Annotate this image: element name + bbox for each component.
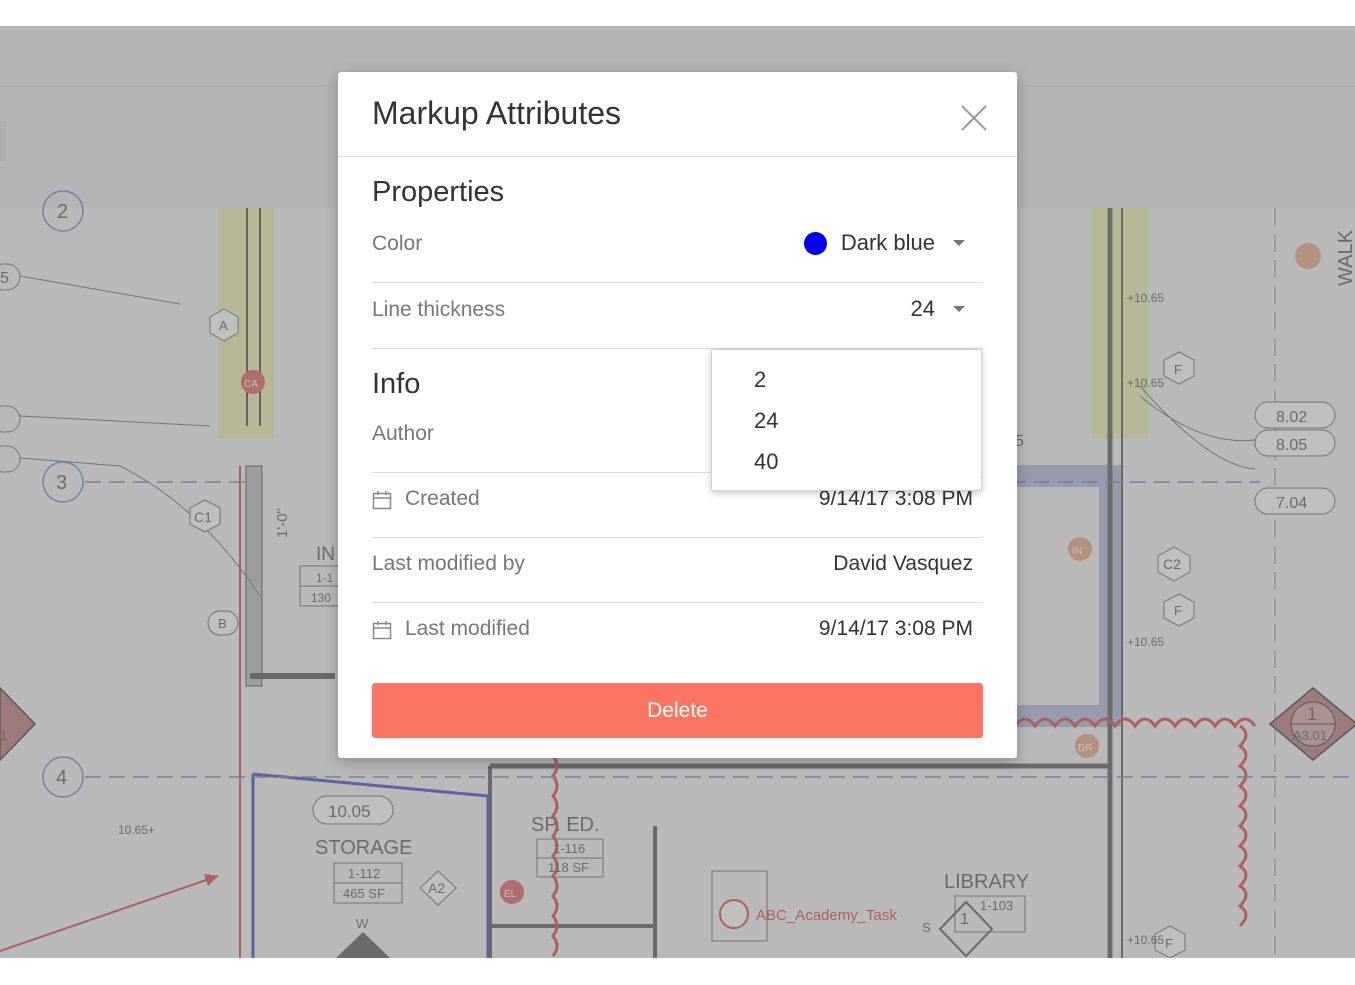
author-label: Author <box>372 422 434 445</box>
last-modified-row: Last modified 9/14/17 3:08 PM <box>372 603 983 668</box>
color-select[interactable]: Dark blue <box>803 226 965 260</box>
delete-button[interactable]: Delete <box>372 683 983 738</box>
calendar-icon <box>372 621 392 640</box>
last-modified-by-value: David Vasquez <box>833 552 973 575</box>
dropdown-option-24[interactable]: 24 <box>754 408 954 434</box>
dropdown-option-2[interactable]: 2 <box>754 367 954 393</box>
chevron-down-icon <box>953 240 965 246</box>
last-modified-by-row: Last modified by David Vasquez <box>372 538 983 603</box>
line-thickness-select[interactable]: 24 <box>911 292 965 326</box>
color-label: Color <box>372 232 423 255</box>
calendar-icon <box>372 491 392 510</box>
chevron-down-icon <box>953 306 965 312</box>
last-modified-value: 9/14/17 3:08 PM <box>818 617 973 640</box>
info-heading: Info <box>372 368 421 400</box>
color-value: Dark blue <box>840 230 935 255</box>
dropdown-option-40[interactable]: 40 <box>754 449 954 475</box>
created-label: Created <box>405 487 480 510</box>
close-icon[interactable] <box>954 98 994 138</box>
dialog-header: Markup Attributes <box>338 72 1017 157</box>
line-thickness-label: Line thickness <box>372 298 506 321</box>
color-swatch <box>803 231 827 255</box>
line-thickness-value: 24 <box>910 296 935 321</box>
line-thickness-row: Line thickness 24 <box>372 284 983 349</box>
line-thickness-dropdown: 2 24 40 <box>711 349 982 491</box>
properties-heading: Properties <box>372 176 505 208</box>
dialog-title: Markup Attributes <box>372 95 621 131</box>
last-modified-label: Last modified <box>405 617 530 640</box>
color-row: Color Dark blue <box>372 218 983 283</box>
last-modified-by-label: Last modified by <box>372 552 525 575</box>
